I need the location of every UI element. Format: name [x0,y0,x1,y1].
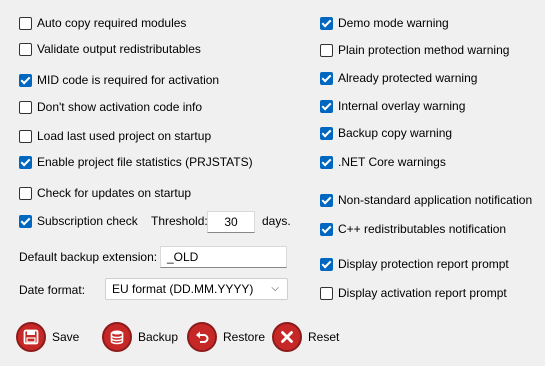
checkbox-label: Auto copy required modules [37,16,187,30]
checkbox-box[interactable] [320,286,333,300]
checkbox-subscription-check[interactable]: Subscription check [19,213,138,229]
checkbox-display-protection-report-prompt[interactable]: Display protection report prompt [320,256,509,272]
checkbox-label: Internal overlay warning [338,99,466,113]
checkbox-net-core-warnings[interactable]: .NET Core warnings [320,154,446,170]
date-format-label: Date format: [19,283,86,297]
threshold-label: Threshold: [151,214,208,228]
checkbox-box[interactable] [320,16,333,30]
backup-button[interactable]: Backup [102,320,178,354]
checkbox-label: Demo mode warning [338,16,449,30]
checkbox-internal-overlay-warning[interactable]: Internal overlay warning [320,98,465,114]
checkbox-box[interactable] [320,99,333,113]
save-button[interactable]: Save [16,320,79,354]
checkbox-dont-show-activation-code-info[interactable]: Don't show activation code info [19,99,202,115]
checkbox-mid-code-required[interactable]: MID code is required for activation [19,72,219,88]
date-format-value: EU format (DD.MM.YYYY) [112,282,254,296]
restore-button[interactable]: Restore [187,320,265,354]
threshold-unit-label: days. [262,214,291,228]
reset-button[interactable]: Reset [272,320,339,354]
checkbox-box[interactable] [19,214,32,228]
checkbox-box[interactable] [320,155,333,169]
checkbox-box[interactable] [19,155,32,169]
checkbox-box[interactable] [19,73,32,87]
chevron-down-icon: ⌵ [271,283,279,294]
checkbox-label: Validate output redistributables [37,42,201,56]
checkbox-already-protected-warning[interactable]: Already protected warning [320,70,477,86]
checkbox-label: Already protected warning [338,71,478,85]
checkbox-backup-copy-warning[interactable]: Backup copy warning [320,125,452,141]
checkbox-label: Check for updates on startup [37,186,192,200]
database-icon [102,322,132,352]
checkbox-label: Backup copy warning [338,126,453,140]
restore-button-label: Restore [223,330,266,344]
checkbox-box[interactable] [19,100,32,114]
checkbox-enable-project-file-statistics[interactable]: Enable project file statistics (PRJSTATS… [19,154,253,170]
undo-icon [187,322,217,352]
checkbox-plain-protection-method-warning[interactable]: Plain protection method warning [320,42,509,58]
checkbox-label: Don't show activation code info [37,100,203,114]
checkbox-check-for-updates[interactable]: Check for updates on startup [19,185,191,201]
checkbox-label: .NET Core warnings [338,155,446,169]
checkbox-label: Display protection report prompt [338,257,509,271]
checkbox-label: C++ redistributables notification [338,222,507,236]
checkbox-box[interactable] [320,257,333,271]
checkbox-box[interactable] [320,43,333,57]
reset-button-label: Reset [308,330,340,344]
checkbox-box[interactable] [320,71,333,85]
checkbox-box[interactable] [320,222,333,236]
checkbox-box[interactable] [19,129,32,143]
backup-button-label: Backup [138,330,179,344]
checkbox-label: Plain protection method warning [338,43,510,57]
checkbox-auto-copy-required-modules[interactable]: Auto copy required modules [19,15,186,31]
checkbox-box[interactable] [320,193,333,207]
close-icon [272,322,302,352]
checkbox-display-activation-report-prompt[interactable]: Display activation report prompt [320,285,507,301]
checkbox-box[interactable] [320,126,333,140]
checkbox-validate-output-redistributables[interactable]: Validate output redistributables [19,41,201,57]
checkbox-label: Display activation report prompt [338,286,507,300]
checkbox-label: Subscription check [37,214,138,228]
checkbox-box[interactable] [19,42,32,56]
date-format-select[interactable]: EU format (DD.MM.YYYY) ⌵ [105,278,288,300]
save-icon [16,322,46,352]
backup-extension-label: Default backup extension: [19,250,158,264]
checkbox-label: Load last used project on startup [37,129,212,143]
checkbox-cpp-redistributables-notification[interactable]: C++ redistributables notification [320,221,506,237]
checkbox-label: Non-standard application notification [338,193,533,207]
checkbox-label: MID code is required for activation [37,73,220,87]
threshold-input[interactable]: 30 [207,211,255,233]
checkbox-non-standard-application-notification[interactable]: Non-standard application notification [320,192,532,208]
checkbox-label: Enable project file statistics (PRJSTATS… [37,155,253,169]
checkbox-demo-mode-warning[interactable]: Demo mode warning [320,15,449,31]
checkbox-box[interactable] [19,186,32,200]
checkbox-box[interactable] [19,16,32,30]
save-button-label: Save [52,330,80,344]
backup-extension-input[interactable]: _OLD [160,246,287,268]
checkbox-load-last-used-project[interactable]: Load last used project on startup [19,128,211,144]
